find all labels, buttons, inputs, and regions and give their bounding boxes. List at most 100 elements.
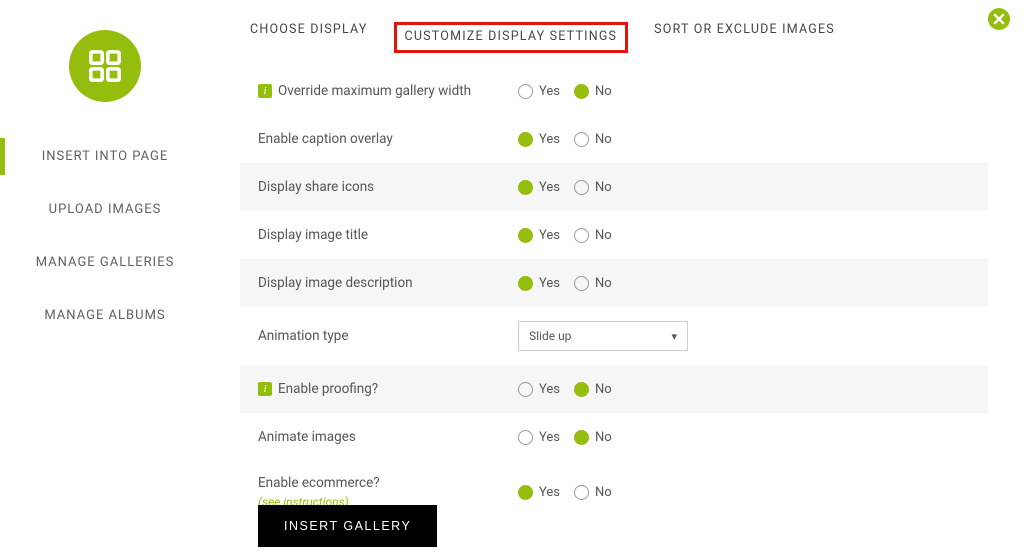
row-label-wrap: Display image description <box>258 275 518 291</box>
setting-row-1: Enable caption overlay Yes No <box>240 115 988 163</box>
radio-yes[interactable]: Yes <box>518 485 560 500</box>
close-button[interactable] <box>988 8 1010 30</box>
radio-circle-icon <box>574 276 589 291</box>
radio-label: Yes <box>539 180 560 195</box>
setting-controls: Yes No <box>518 180 612 195</box>
setting-controls: Yes No <box>518 430 612 445</box>
setting-controls: Yes No <box>518 228 612 243</box>
main-panel: CHOOSE DISPLAY CUSTOMIZE DISPLAY SETTINGS… <box>240 0 988 553</box>
select-value: Slide up <box>529 329 571 343</box>
tab-1[interactable]: CUSTOMIZE DISPLAY SETTINGS <box>394 22 629 53</box>
setting-row-7: Animate images Yes No <box>240 413 988 461</box>
radio-circle-icon <box>574 180 589 195</box>
tab-0[interactable]: CHOOSE DISPLAY <box>250 22 368 53</box>
tab-2[interactable]: SORT OR EXCLUDE IMAGES <box>654 22 835 53</box>
row-label-line: Enable ecommerce? <box>258 475 380 491</box>
radio-circle-icon <box>574 485 589 500</box>
setting-controls: Yes No <box>518 485 612 500</box>
close-icon <box>993 13 1005 25</box>
radio-circle-icon <box>574 84 589 99</box>
radio-no[interactable]: No <box>574 132 612 147</box>
sidebar-item-0[interactable]: INSERT INTO PAGE <box>0 130 210 183</box>
radio-yes[interactable]: Yes <box>518 228 560 243</box>
setting-controls: Yes No <box>518 84 612 99</box>
setting-row-4: Display image description Yes No <box>240 259 988 307</box>
radio-label: No <box>595 180 612 195</box>
setting-controls: Yes No <box>518 276 612 291</box>
sidebar-item-1[interactable]: UPLOAD IMAGES <box>0 183 210 236</box>
radio-yes[interactable]: Yes <box>518 180 560 195</box>
settings-list: iOverride maximum gallery widthYesNoEnab… <box>240 67 988 487</box>
setting-label: Display share icons <box>258 179 374 195</box>
row-label-line: Display share icons <box>258 179 374 195</box>
setting-label: Animation type <box>258 328 348 344</box>
setting-label: Override maximum gallery width <box>278 83 471 99</box>
radio-no[interactable]: No <box>574 228 612 243</box>
row-label-line: Enable caption overlay <box>258 131 393 147</box>
setting-label: Enable proofing? <box>278 381 378 397</box>
info-icon[interactable]: i <box>258 84 272 98</box>
radio-yes[interactable]: Yes <box>518 276 560 291</box>
sidebar-item-2[interactable]: MANAGE GALLERIES <box>0 236 210 289</box>
app-logo <box>69 30 141 102</box>
radio-label: Yes <box>539 84 560 99</box>
setting-row-2: Display share icons Yes No <box>240 163 988 211</box>
radio-label: No <box>595 485 612 500</box>
radio-label: Yes <box>539 430 560 445</box>
radio-circle-icon <box>574 228 589 243</box>
radio-circle-icon <box>518 485 533 500</box>
radio-circle-icon <box>518 276 533 291</box>
radio-yes[interactable]: Yes <box>518 430 560 445</box>
radio-yes[interactable]: Yes <box>518 84 560 99</box>
radio-no[interactable]: No <box>574 382 612 397</box>
radio-circle-icon <box>518 132 533 147</box>
row-label-wrap: Display image title <box>258 227 518 243</box>
row-label-line: i Enable proofing? <box>258 381 378 397</box>
row-label-wrap: Enable ecommerce?(see instructions) <box>258 475 518 509</box>
setting-label: Enable ecommerce? <box>258 475 380 491</box>
radio-circle-icon <box>574 430 589 445</box>
insert-gallery-button[interactable]: INSERT GALLERY <box>258 505 437 547</box>
row-label-wrap: i Enable proofing? <box>258 381 518 397</box>
row-label-wrap: i Override maximum gallery width <box>258 83 518 99</box>
radio-circle-icon <box>518 84 533 99</box>
radio-label: Yes <box>539 132 560 147</box>
tabs: CHOOSE DISPLAY CUSTOMIZE DISPLAY SETTINGS… <box>240 0 988 63</box>
row-label-line: Animation type <box>258 328 348 344</box>
setting-row-6: i Enable proofing? Yes No <box>240 365 988 413</box>
radio-circle-icon <box>518 430 533 445</box>
radio-no[interactable]: No <box>574 430 612 445</box>
radio-label: Yes <box>539 485 560 500</box>
radio-no[interactable]: No <box>574 276 612 291</box>
radio-label: Yes <box>539 276 560 291</box>
row-label-line: i Override maximum gallery width <box>258 83 471 99</box>
radio-circle-icon <box>518 382 533 397</box>
radio-label: Yes <box>539 382 560 397</box>
radio-circle-icon <box>574 382 589 397</box>
radio-label: No <box>595 276 612 291</box>
setting-label: Enable caption overlay <box>258 131 393 147</box>
chevron-down-icon: ▾ <box>671 330 677 343</box>
setting-controls: Yes No <box>518 382 612 397</box>
radio-label: No <box>595 132 612 147</box>
radio-circle-icon <box>518 228 533 243</box>
radio-yes[interactable]: Yes <box>518 382 560 397</box>
radio-label: No <box>595 430 612 445</box>
info-icon[interactable]: i <box>258 382 272 396</box>
radio-yes[interactable]: Yes <box>518 132 560 147</box>
radio-no[interactable]: No <box>574 180 612 195</box>
row-label-wrap: Enable caption overlay <box>258 131 518 147</box>
radio-no[interactable]: No <box>574 84 612 99</box>
setting-row-3: Display image title Yes No <box>240 211 988 259</box>
animation-type-select[interactable]: Slide up ▾ <box>518 321 688 351</box>
radio-label: No <box>595 382 612 397</box>
setting-controls: Slide up ▾ <box>518 321 688 351</box>
sidebar-item-3[interactable]: MANAGE ALBUMS <box>0 289 210 342</box>
row-label-wrap: Animation type <box>258 328 518 344</box>
row-label-line: Animate images <box>258 429 356 445</box>
setting-label: Display image title <box>258 227 368 243</box>
setting-row-0: i Override maximum gallery width Yes No <box>240 67 988 115</box>
radio-no[interactable]: No <box>574 485 612 500</box>
radio-label: No <box>595 84 612 99</box>
setting-label: Animate images <box>258 429 356 445</box>
